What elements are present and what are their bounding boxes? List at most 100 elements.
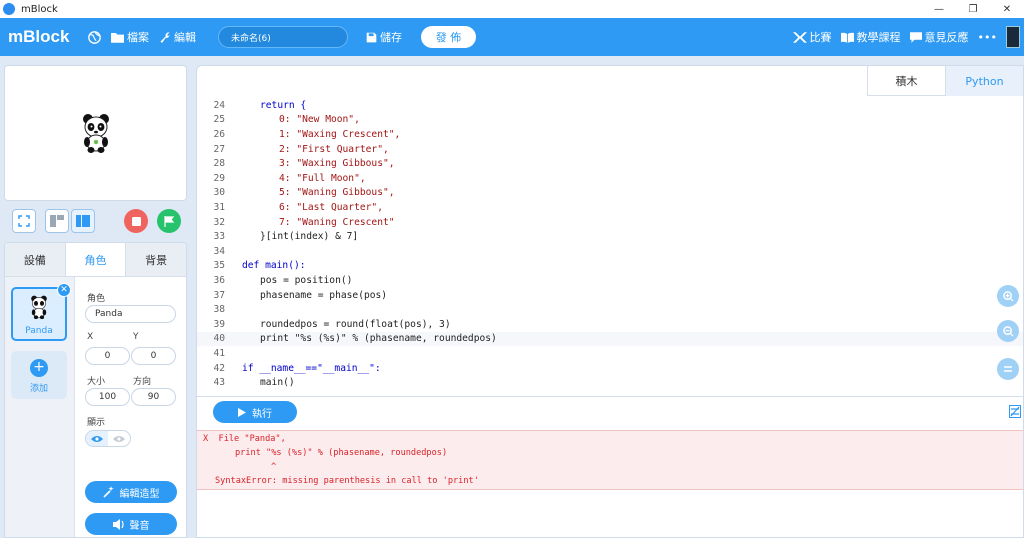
save-label: 儲存 bbox=[380, 31, 402, 44]
zoom-in-icon bbox=[1002, 290, 1014, 302]
zoom-in-button[interactable] bbox=[997, 285, 1019, 307]
reset-zoom-button[interactable] bbox=[997, 358, 1019, 380]
tab-devices[interactable]: 設備 bbox=[5, 243, 65, 276]
minimize-icon[interactable]: — bbox=[922, 0, 956, 18]
editor-mode-tabs: 積木 Python bbox=[867, 66, 1023, 96]
x-field[interactable]: 0 bbox=[85, 347, 130, 365]
large-stage-icon bbox=[76, 215, 90, 227]
code-line: 36 pos = position() bbox=[213, 274, 353, 286]
panda-thumbnail-icon bbox=[31, 295, 47, 319]
hide-eye-icon[interactable] bbox=[108, 431, 130, 446]
file-menu[interactable]: 檔案 bbox=[111, 29, 149, 45]
sound-label: 聲音 bbox=[129, 520, 150, 532]
book-icon bbox=[840, 32, 854, 43]
edit-costume-label: 編輯造型 bbox=[119, 488, 160, 500]
wrench-icon bbox=[160, 32, 170, 43]
plus-icon: + bbox=[30, 359, 48, 377]
code-line: 41 bbox=[213, 347, 225, 359]
add-sprite-button[interactable]: + 添加 bbox=[11, 351, 67, 399]
python-code-area[interactable]: 24 return { 25 0: "New Moon", 26 1: "Waxing… bbox=[197, 96, 1023, 392]
remove-sprite-close-icon[interactable]: ✕ bbox=[57, 283, 71, 297]
size-field[interactable]: 100 bbox=[85, 388, 130, 406]
code-line: 25 0: "New Moon", bbox=[213, 114, 360, 126]
x-label: X bbox=[87, 332, 94, 342]
fullscreen-button[interactable] bbox=[12, 209, 36, 233]
error-line: X File "Panda", bbox=[203, 434, 286, 444]
language-globe-button[interactable] bbox=[88, 30, 101, 44]
zoom-out-button[interactable] bbox=[997, 320, 1019, 342]
visibility-toggle bbox=[85, 430, 131, 447]
code-line: 30 5: "Waning Gibbous", bbox=[213, 187, 395, 199]
code-line: 32 7: "Waning Crescent" bbox=[213, 216, 395, 228]
project-name-input[interactable]: 未命名(6) bbox=[218, 26, 348, 48]
small-stage-icon bbox=[50, 215, 64, 227]
code-line: 39 roundedpos = round(float(pos), 3) bbox=[213, 318, 451, 330]
tutorials-button[interactable]: 教學課程 bbox=[840, 29, 901, 45]
play-icon bbox=[238, 407, 246, 417]
y-field[interactable]: 0 bbox=[131, 347, 176, 365]
globe-icon bbox=[88, 30, 101, 44]
tab-blocks[interactable]: 積木 bbox=[867, 66, 945, 96]
run-label: 執行 bbox=[252, 408, 272, 420]
device-thumbnail[interactable] bbox=[1006, 26, 1020, 48]
show-eye-icon[interactable] bbox=[86, 431, 108, 446]
tab-backgrounds[interactable]: 背景 bbox=[126, 243, 186, 276]
code-line-current: 40 print "%s (%s)" % (phasename, roundedp… bbox=[197, 331, 1023, 347]
save-button[interactable]: 儲存 bbox=[366, 29, 402, 45]
feedback-label: 意見反應 bbox=[924, 31, 969, 44]
code-line: 31 6: "Last Quarter", bbox=[213, 201, 383, 213]
magic-wand-icon bbox=[102, 486, 114, 498]
code-line: 37 phasename = phase(pos) bbox=[213, 289, 388, 301]
sound-button[interactable]: 聲音 bbox=[85, 513, 177, 535]
console-toggle-icon[interactable] bbox=[1009, 405, 1021, 418]
publish-button[interactable]: 發 佈 bbox=[421, 26, 476, 48]
window-title: mBlock bbox=[21, 3, 58, 15]
equals-icon bbox=[1004, 366, 1012, 372]
save-icon bbox=[366, 32, 377, 42]
chat-icon bbox=[909, 31, 922, 43]
compete-label: 比賽 bbox=[809, 31, 832, 44]
edit-menu[interactable]: 編輯 bbox=[159, 29, 196, 45]
panda-sprite-image bbox=[83, 114, 109, 153]
code-line: 28 3: "Waxing Gibbous", bbox=[213, 158, 395, 170]
compete-button[interactable]: 比賽 bbox=[792, 29, 832, 45]
large-stage-button[interactable] bbox=[71, 209, 95, 233]
sprite-name-field[interactable]: Panda bbox=[85, 305, 176, 323]
code-editor-panel: 積木 Python 24 return { 25 0: "New Moon", 26… bbox=[196, 65, 1024, 538]
direction-label: 方向 bbox=[133, 377, 152, 387]
role-label: 角色 bbox=[87, 294, 106, 304]
menu-bar: mBlock 檔案 編輯 未命名(6) 儲存 發 佈 比賽 教學課程 意見反應 … bbox=[0, 18, 1024, 56]
compete-icon bbox=[792, 31, 807, 43]
folder-icon bbox=[111, 32, 124, 43]
green-flag-button[interactable] bbox=[157, 209, 181, 233]
panel-tabs: 設備 角色 背景 bbox=[5, 243, 186, 277]
run-button[interactable]: 執行 bbox=[213, 401, 297, 423]
more-menu-button[interactable]: ••• bbox=[978, 31, 997, 44]
menu-right-group: 比賽 教學課程 意見反應 ••• bbox=[792, 18, 1024, 56]
code-line: 29 4: "Full Moon", bbox=[213, 172, 366, 184]
window-controls: — ❐ ✕ bbox=[922, 0, 1024, 18]
close-icon[interactable]: ✕ bbox=[990, 0, 1024, 18]
code-line: 26 1: "Waxing Crescent", bbox=[213, 128, 401, 140]
maximize-icon[interactable]: ❐ bbox=[956, 0, 990, 18]
code-line: 43 main() bbox=[213, 377, 295, 389]
code-line: 35 def main(): bbox=[213, 260, 306, 272]
code-line: 33}[int(index) & 7] bbox=[213, 231, 359, 243]
error-line: SyntaxError: missing parenthesis in call… bbox=[215, 476, 479, 486]
stage-controls bbox=[4, 206, 187, 236]
zoom-out-icon bbox=[1002, 325, 1014, 337]
title-bar: mBlock — ❐ ✕ bbox=[0, 0, 1024, 18]
direction-field[interactable]: 90 bbox=[131, 388, 176, 406]
small-stage-button[interactable] bbox=[45, 209, 69, 233]
code-line: 24 return { bbox=[213, 99, 307, 111]
tab-python[interactable]: Python bbox=[945, 66, 1023, 96]
edit-costume-button[interactable]: 編輯造型 bbox=[85, 481, 177, 503]
mblock-logo: mBlock bbox=[8, 27, 70, 46]
stop-button[interactable] bbox=[124, 209, 148, 233]
tutorials-label: 教學課程 bbox=[856, 31, 901, 44]
stage-canvas[interactable] bbox=[4, 65, 187, 201]
sprite-card-panda[interactable]: ✕ Panda bbox=[11, 283, 71, 341]
tab-sprites[interactable]: 角色 bbox=[64, 243, 127, 276]
feedback-button[interactable]: 意見反應 bbox=[909, 29, 969, 45]
fullscreen-icon bbox=[18, 215, 30, 227]
